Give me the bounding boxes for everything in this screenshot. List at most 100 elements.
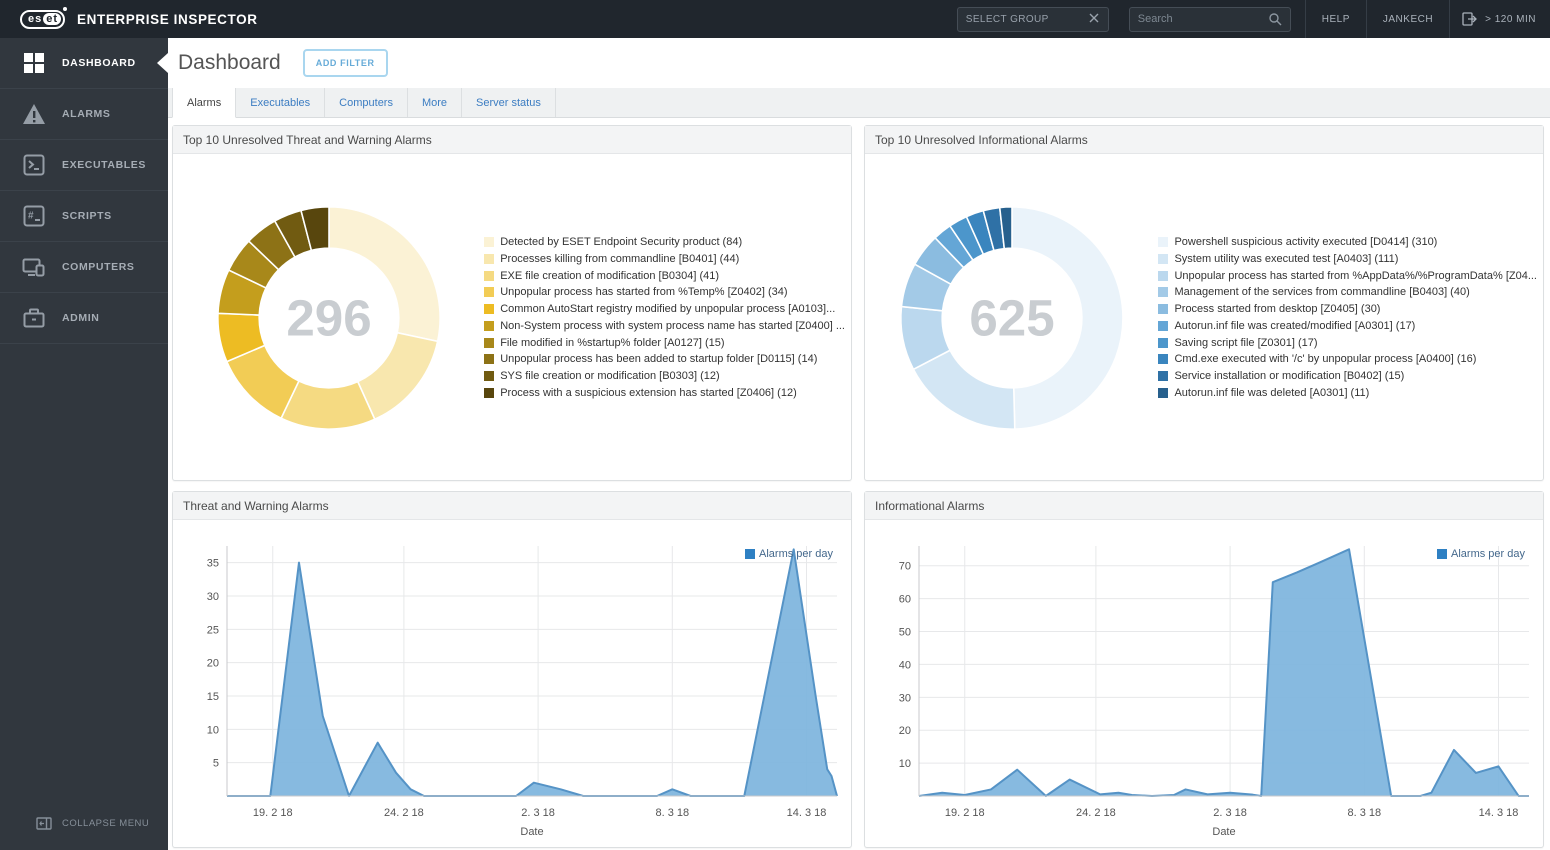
- tab-more[interactable]: More: [408, 88, 462, 117]
- tab-server-status[interactable]: Server status: [462, 88, 556, 117]
- area-fill[interactable]: [919, 549, 1529, 796]
- legend-item[interactable]: Powershell suspicious activity executed …: [1158, 236, 1537, 248]
- legend-item[interactable]: Cmd.exe executed with '/c' by unpopular …: [1158, 353, 1537, 365]
- legend-item[interactable]: Unpopular process has started from %Temp…: [484, 286, 845, 298]
- legend-item[interactable]: Processes killing from commandline [B040…: [484, 253, 845, 265]
- panel-top10-threat-alarms: Top 10 Unresolved Threat and Warning Ala…: [172, 125, 852, 481]
- panel-title: Top 10 Unresolved Threat and Warning Ala…: [183, 133, 432, 147]
- legend-item[interactable]: Management of the services from commandl…: [1158, 286, 1537, 298]
- info-donut-chart[interactable]: 625: [894, 200, 1130, 436]
- script-icon: #: [22, 204, 46, 228]
- legend-item[interactable]: Saving script file [Z0301] (17): [1158, 337, 1537, 349]
- add-filter-button[interactable]: ADD FILTER: [303, 49, 388, 77]
- legend-color-swatch: [484, 271, 494, 281]
- legend-item[interactable]: Autorun.inf file was created/modified [A…: [1158, 320, 1537, 332]
- x-axis-title: Date: [520, 826, 543, 838]
- x-tick-label: 2. 3 18: [1213, 807, 1247, 819]
- search-input[interactable]: [1138, 13, 1258, 25]
- legend-label: EXE file creation of modification [B0304…: [500, 270, 719, 282]
- area-fill[interactable]: [227, 549, 837, 796]
- help-button[interactable]: HELP: [1306, 0, 1366, 38]
- y-tick-label: 10: [899, 758, 911, 770]
- sidebar-item-computers[interactable]: COMPUTERS: [0, 242, 168, 293]
- select-group-dropdown[interactable]: SELECT GROUP: [957, 7, 1109, 32]
- tab-computers[interactable]: Computers: [325, 88, 408, 117]
- y-tick-label: 30: [207, 591, 219, 603]
- legend-item[interactable]: File modified in %startup% folder [A0127…: [484, 337, 845, 349]
- legend-item[interactable]: Non-System process with system process n…: [484, 320, 845, 332]
- legend-color-swatch: [1158, 321, 1168, 331]
- eset-logo: eset ENTERPRISE INSPECTOR: [20, 10, 258, 29]
- clear-group-icon[interactable]: [1088, 12, 1100, 27]
- legend-item[interactable]: Service installation or modification [B0…: [1158, 370, 1537, 382]
- logout-icon: [1462, 12, 1477, 26]
- legend-label: Non-System process with system process n…: [500, 320, 845, 332]
- legend-color-swatch: [1158, 287, 1168, 297]
- panel-informational-alarms-chart: Informational Alarms Alarms per day 1020…: [864, 491, 1544, 848]
- sidebar-item-admin[interactable]: ADMIN: [0, 293, 168, 344]
- legend-label: Common AutoStart registry modified by un…: [500, 303, 835, 315]
- tab-alarms[interactable]: Alarms: [172, 88, 236, 118]
- computers-icon: [22, 255, 46, 279]
- user-menu[interactable]: JANKECH: [1367, 0, 1449, 38]
- donut-total: 296: [286, 289, 371, 346]
- legend-label: Unpopular process has been added to star…: [500, 353, 817, 365]
- legend-item[interactable]: Autorun.inf file was deleted [A0301] (11…: [1158, 387, 1537, 399]
- x-tick-label: 2. 3 18: [521, 807, 555, 819]
- legend-label: File modified in %startup% folder [A0127…: [500, 337, 724, 349]
- legend-color-swatch: [484, 254, 494, 264]
- legend-item[interactable]: System utility was executed test [A0403]…: [1158, 253, 1537, 265]
- grid-icon: [22, 51, 46, 75]
- area-line: [919, 549, 1529, 796]
- x-tick-label: 8. 3 18: [1347, 807, 1381, 819]
- terminal-icon: [22, 153, 46, 177]
- panel-top10-informational-alarms: Top 10 Unresolved Informational Alarms 6…: [864, 125, 1544, 481]
- legend-swatch: [1437, 549, 1447, 559]
- x-tick-label: 14. 3 18: [1479, 807, 1519, 819]
- legend-item[interactable]: EXE file creation of modification [B0304…: [484, 270, 845, 282]
- legend-label: Saving script file [Z0301] (17): [1174, 337, 1317, 349]
- legend-item[interactable]: SYS file creation or modification [B0303…: [484, 370, 845, 382]
- y-tick-label: 35: [207, 558, 219, 570]
- legend-label: Cmd.exe executed with '/c' by unpopular …: [1174, 353, 1476, 365]
- legend-color-swatch: [1158, 304, 1168, 314]
- legend-item[interactable]: Process with a suspicious extension has …: [484, 387, 845, 399]
- panel-threat-warning-alarms-chart: Threat and Warning Alarms Alarms per day…: [172, 491, 852, 848]
- sidebar-item-alarms[interactable]: ALARMS: [0, 89, 168, 140]
- sidebar-item-executables[interactable]: EXECUTABLES: [0, 140, 168, 191]
- threat-donut-legend: Detected by ESET Endpoint Security produ…: [484, 154, 851, 481]
- legend-item[interactable]: Detected by ESET Endpoint Security produ…: [484, 236, 845, 248]
- x-tick-label: 24. 2 18: [1076, 807, 1116, 819]
- x-tick-label: 14. 3 18: [787, 807, 827, 819]
- info-area-chart[interactable]: 1020304050607019. 2 1824. 2 182. 3 188. …: [867, 534, 1541, 846]
- legend-color-swatch: [1158, 338, 1168, 348]
- app-title: ENTERPRISE INSPECTOR: [77, 12, 258, 27]
- chart-legend[interactable]: Alarms per day: [1437, 548, 1525, 560]
- tab-strip: Alarms Executables Computers More Server…: [168, 88, 1550, 118]
- legend-item[interactable]: Unpopular process has been added to star…: [484, 353, 845, 365]
- y-tick-label: 30: [899, 692, 911, 704]
- threat-donut-chart[interactable]: 296: [211, 200, 447, 436]
- search-box[interactable]: [1129, 7, 1291, 32]
- collapse-icon: [36, 817, 52, 830]
- y-tick-label: 5: [213, 758, 219, 770]
- x-axis-title: Date: [1212, 826, 1235, 838]
- y-tick-label: 20: [899, 725, 911, 737]
- legend-label: Management of the services from commandl…: [1174, 286, 1469, 298]
- search-icon[interactable]: [1268, 12, 1282, 26]
- select-group-label: SELECT GROUP: [966, 14, 1049, 25]
- sidebar-item-dashboard[interactable]: DASHBOARD: [0, 38, 168, 89]
- tab-executables[interactable]: Executables: [236, 88, 325, 117]
- sidebar: DASHBOARD ALARMS EXECUTABLES # SCRIPTS C…: [0, 38, 168, 850]
- threat-area-chart[interactable]: 510152025303519. 2 1824. 2 182. 3 188. 3…: [175, 534, 849, 846]
- legend-item[interactable]: Unpopular process has started from %AppD…: [1158, 270, 1537, 282]
- legend-item[interactable]: Process started from desktop [Z0405] (30…: [1158, 303, 1537, 315]
- legend-item[interactable]: Common AutoStart registry modified by un…: [484, 303, 845, 315]
- sidebar-item-scripts[interactable]: # SCRIPTS: [0, 191, 168, 242]
- logo-trademark-dot: [63, 7, 67, 11]
- session-timer[interactable]: > 120 MIN: [1450, 0, 1550, 38]
- chart-legend[interactable]: Alarms per day: [745, 548, 833, 560]
- collapse-menu-button[interactable]: COLLAPSE MENU: [0, 806, 168, 840]
- y-tick-label: 40: [899, 659, 911, 671]
- legend-color-swatch: [1158, 388, 1168, 398]
